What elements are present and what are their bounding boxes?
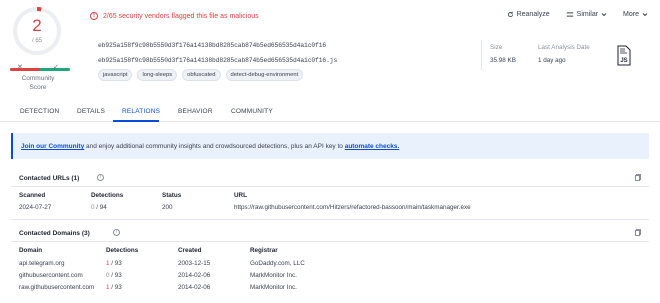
reanalyze-button[interactable]: Reanalyze bbox=[507, 11, 550, 18]
js-file-icon: JS bbox=[617, 45, 631, 66]
copy-icon[interactable] bbox=[635, 174, 641, 181]
join-community-link[interactable]: Join our Community bbox=[21, 143, 84, 150]
divider bbox=[11, 241, 649, 242]
scanned-date: 2024-07-27 bbox=[19, 204, 52, 211]
upvote-icon[interactable]: ✓ bbox=[53, 63, 59, 71]
divider bbox=[11, 219, 649, 220]
created-date: 2003-12-15 bbox=[178, 260, 211, 267]
detection-count: 2 bbox=[32, 16, 42, 35]
tab-relations[interactable]: RELATIONS bbox=[122, 108, 160, 115]
contacted-domains-header: Contacted Domains (3) i bbox=[11, 225, 649, 241]
community-banner: Join our Community and enjoy additional … bbox=[11, 133, 649, 159]
tab-details[interactable]: DETAILS bbox=[77, 108, 105, 115]
tab-detection[interactable]: DETECTION bbox=[20, 108, 59, 115]
column-header: Detections bbox=[91, 192, 124, 199]
url-link[interactable]: https://raw.githubusercontent.com/Hitzer… bbox=[234, 204, 471, 211]
malicious-alert: ! 2/65 security vendors flagged this fil… bbox=[90, 12, 259, 20]
contacted-urls-header: Contacted URLs (1) i bbox=[11, 170, 649, 186]
refresh-icon bbox=[507, 11, 513, 18]
community-score-label: Community Score bbox=[21, 75, 55, 91]
column-header: Domain bbox=[19, 247, 43, 254]
detections-cell: 0 / 93 bbox=[106, 272, 122, 279]
column-header: Created bbox=[178, 247, 202, 254]
domain-link[interactable]: raw.githubusercontent.com bbox=[19, 284, 94, 291]
divider bbox=[481, 40, 482, 70]
tag[interactable]: detect-debug-environment bbox=[225, 69, 304, 81]
section-title: Contacted URLs (1) bbox=[19, 175, 80, 182]
tab-bar: DETECTION DETAILS RELATIONS BEHAVIOR COM… bbox=[0, 100, 660, 122]
tab-behavior[interactable]: BEHAVIOR bbox=[178, 108, 213, 115]
file-hash[interactable]: eb925a158f9c98b5550d3f176a14138bd8285cab… bbox=[98, 42, 326, 49]
divider bbox=[11, 186, 649, 187]
info-icon[interactable]: i bbox=[97, 174, 104, 181]
similar-button[interactable]: Similar bbox=[566, 11, 607, 18]
more-button[interactable]: More bbox=[623, 11, 648, 18]
created-date: 2014-02-06 bbox=[178, 272, 211, 279]
file-type-label: JS bbox=[620, 58, 627, 64]
community-score-widget: 2 / 65 ✕ ✓ Community Score bbox=[6, 4, 70, 96]
created-date: 2014-02-06 bbox=[178, 284, 211, 291]
copy-icon[interactable] bbox=[635, 229, 641, 236]
detection-total: / 65 bbox=[31, 38, 42, 44]
column-header: Scanned bbox=[19, 192, 46, 199]
detections-cell: 1 / 93 bbox=[106, 284, 122, 291]
file-name: eb925a158f9c98b5550d3f176a14138bd8285cab… bbox=[98, 57, 338, 64]
registrar: MarkMonitor Inc. bbox=[250, 272, 297, 279]
tab-community[interactable]: COMMUNITY bbox=[231, 108, 273, 115]
last-analysis-date: Last Analysis Date 1 day ago bbox=[538, 44, 590, 64]
downvote-icon[interactable]: ✕ bbox=[17, 63, 23, 71]
file-size: Size 35.98 KB bbox=[490, 44, 516, 64]
tag-list: javascript long-sleeps obfuscated detect… bbox=[98, 69, 304, 81]
info-icon[interactable]: i bbox=[113, 229, 120, 236]
domain-link[interactable]: githubusercontent.com bbox=[19, 272, 83, 279]
banner-text: and enjoy additional community insights … bbox=[84, 143, 345, 150]
detections-cell: 1 / 93 bbox=[106, 260, 122, 267]
registrar: GoDaddy.com, LLC bbox=[250, 260, 305, 267]
chevron-down-icon bbox=[601, 13, 607, 17]
column-header: Detections bbox=[106, 247, 139, 254]
tag[interactable]: obfuscated bbox=[182, 69, 221, 81]
similar-icon bbox=[566, 12, 573, 17]
column-header: Status bbox=[162, 192, 182, 199]
automate-checks-link[interactable]: automate checks. bbox=[345, 143, 400, 150]
section-title: Contacted Domains (3) bbox=[19, 230, 90, 237]
domain-link[interactable]: api.telegram.org bbox=[19, 260, 65, 267]
chevron-down-icon bbox=[642, 13, 648, 17]
detections-cell: 0 / 94 bbox=[91, 204, 107, 211]
column-header: Registrar bbox=[250, 247, 278, 254]
alert-icon: ! bbox=[90, 12, 98, 20]
column-header: URL bbox=[234, 192, 247, 199]
active-tab-indicator bbox=[113, 120, 159, 122]
registrar: MarkMonitor Inc. bbox=[250, 284, 297, 291]
header-actions: Reanalyze Similar More bbox=[507, 11, 648, 18]
tag[interactable]: long-sleeps bbox=[137, 69, 178, 81]
tag[interactable]: javascript bbox=[98, 69, 133, 81]
alert-text: 2/65 security vendors flagged this file … bbox=[103, 12, 259, 20]
status-code: 200 bbox=[162, 204, 173, 211]
